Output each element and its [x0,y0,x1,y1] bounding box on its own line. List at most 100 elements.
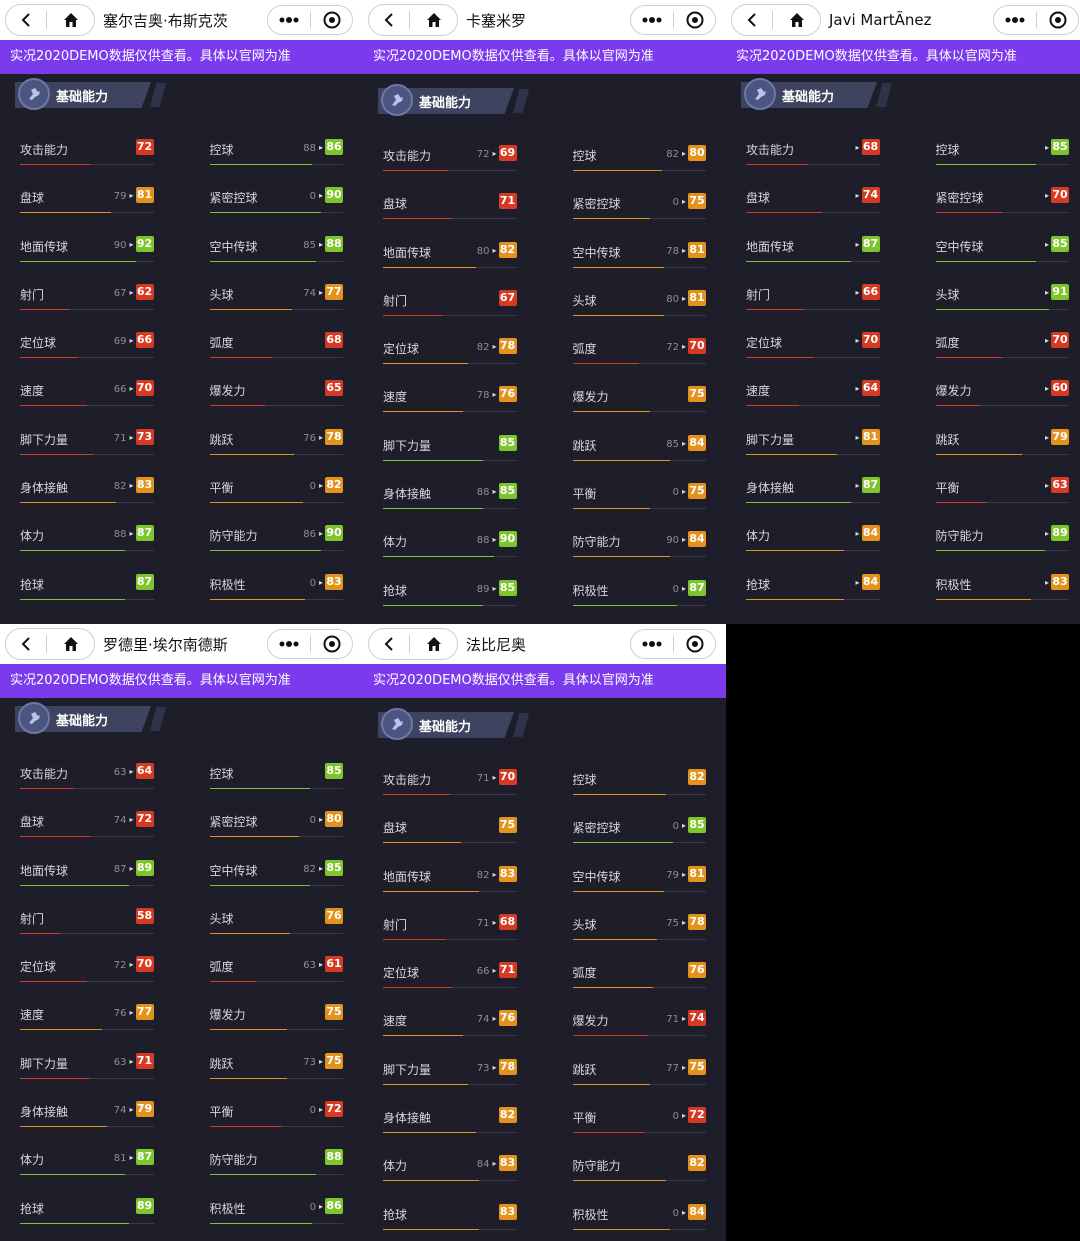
back-icon[interactable] [369,629,409,659]
home-icon[interactable] [773,5,820,35]
stat-bar-fill [746,453,838,455]
stat-name: 跳跃 [572,438,597,453]
stat-base-value: 82 [476,342,490,354]
stat-bar-fill [383,459,484,461]
stat-bar-fill [572,314,664,316]
change-arrow-icon: ▸ [681,821,686,831]
stat-row: 攻击能力 71 ▸ 70 [383,758,517,806]
stat-base-value: 78 [666,245,679,257]
stat-name: 体力 [746,529,771,544]
stat-name: 攻击能力 [383,149,432,163]
more-icon[interactable] [994,6,1036,34]
stat-bar-fill [209,598,306,600]
stat-name: 脚下力量 [383,1062,432,1077]
stat-name: 射门 [20,287,45,302]
stat-value-badge: 87 [135,525,154,542]
stat-row: 空中传球 78 ▸ 81 [572,231,706,279]
stat-value-badge: 85 [325,763,343,779]
change-arrow-icon: ▸ [318,815,323,825]
change-arrow-icon: ▸ [681,1111,686,1121]
change-arrow-icon: ▸ [492,1062,497,1072]
stat-base-value: 66 [476,966,490,978]
demo-notice-banner: 实况2020DEMO数据仅供查看。具体以官网为准 [0,664,363,698]
page-title: 塞尔吉奥·布斯克茨 [103,11,228,30]
stat-value-badge: 70 [688,338,706,355]
stat-row: 身体接触 82 ▸ 83 [20,466,154,514]
close-target-icon[interactable] [674,630,715,658]
stat-row: 身体接触 82 [383,1096,517,1144]
stat-bar-fill [383,218,452,220]
home-icon[interactable] [410,5,457,35]
close-target-icon[interactable] [311,6,352,34]
stat-name: 速度 [383,1014,408,1029]
stat-bar-fill [746,502,851,504]
stat-base-value: 0 [672,821,679,833]
stat-base-value: 67 [113,287,127,299]
stat-name: 射门 [383,293,408,308]
stat-name: 攻击能力 [746,143,795,157]
more-icon[interactable] [631,630,673,658]
stat-value-badge: 90 [325,525,343,542]
stat-row: 定位球 82 ▸ 78 [383,327,517,375]
change-arrow-icon: ▸ [492,390,497,400]
stat-row: 积极性 ▸ 83 [935,563,1069,611]
stat-bar-fill [383,1035,464,1037]
change-arrow-icon: ▸ [129,384,134,394]
stat-name: 盘球 [383,821,408,836]
stat-base-value: 78 [476,390,490,402]
stat-bar-fill [572,1180,666,1182]
stat-bar-fill [572,987,653,989]
stat-name: 跳跃 [572,1062,597,1077]
change-arrow-icon: ▸ [318,1056,323,1066]
stats-grid: 攻击能力 ▸ 68 控球 ▸ 85 盘球 ▸ 74 紧密控球 ▸ 70 地面传球 ▸ 87 空中传球 ▸ 85 射门… [726,128,1080,611]
stat-base-value: 79 [666,869,679,881]
more-icon[interactable] [268,630,310,658]
stat-bar-fill [20,405,87,407]
stat-base-value: 63 [113,1056,127,1068]
stat-value-badge: 78 [498,1058,517,1075]
stat-base-value: 71 [113,432,127,444]
stat-base-value: 0 [672,1111,679,1123]
stat-row: 弧度 68 [209,321,343,369]
home-icon[interactable] [47,5,94,35]
stat-name: 射门 [746,287,771,302]
stat-value-badge: 64 [861,380,880,397]
stat-value-badge: 75 [688,1058,706,1075]
stat-bar-fill [383,314,444,316]
home-icon[interactable] [410,629,457,659]
stat-bar-fill [383,1180,479,1182]
stat-row: 盘球 75 [383,806,517,854]
more-icon[interactable] [268,6,310,34]
stat-row: 地面传球 87 ▸ 89 [20,849,154,897]
section-header: 基础能力 [0,74,363,114]
back-icon[interactable] [369,5,409,35]
stat-bar-fill [746,164,809,165]
close-target-icon[interactable] [674,6,715,34]
stat-name: 地面传球 [746,239,795,254]
stat-value-badge: 75 [688,483,706,500]
change-arrow-icon: ▸ [1044,143,1049,152]
change-arrow-icon: ▸ [681,487,686,497]
stat-name: 控球 [209,767,234,781]
more-icon[interactable] [631,6,673,34]
close-target-icon[interactable] [311,630,352,658]
stat-bar-fill [935,308,1049,310]
stat-bar-fill [572,938,658,940]
stat-bar-fill [935,357,1003,359]
change-arrow-icon: ▸ [1044,529,1049,539]
change-arrow-icon: ▸ [855,287,860,297]
stat-name: 紧密控球 [935,191,984,206]
player-panel: 卡塞米罗 实况2020DEMO数据仅供查看。具体以官网为准 基础能力 攻击能力 72 ▸ 6… [363,0,726,624]
home-icon[interactable] [47,629,94,659]
stat-base-value: 88 [113,529,127,541]
close-target-icon[interactable] [1037,6,1078,34]
stat-row: 盘球 79 ▸ 81 [20,176,154,224]
stat-bar-fill [20,1174,125,1176]
back-icon[interactable] [6,5,46,35]
stat-base-value: 88 [476,487,490,499]
back-icon[interactable] [6,629,46,659]
change-arrow-icon: ▸ [492,342,497,352]
back-icon[interactable] [732,5,772,35]
change-arrow-icon: ▸ [492,583,497,593]
stat-row: 积极性 0 ▸ 87 [572,569,706,617]
